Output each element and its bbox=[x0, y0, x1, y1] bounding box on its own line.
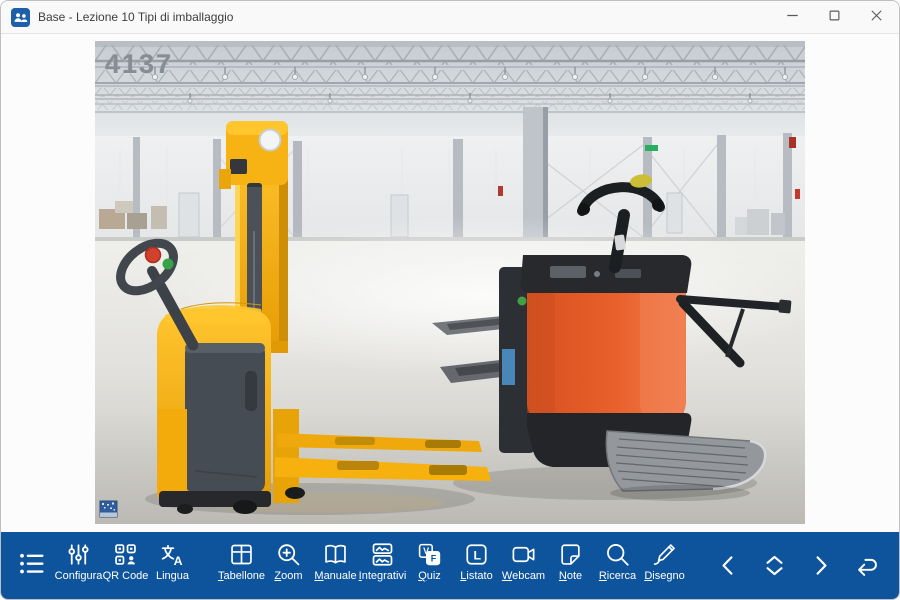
toolbar-button-label: Lingua bbox=[156, 570, 189, 582]
toolbar-button-label: Disegno bbox=[644, 570, 684, 582]
toolbar-button-label: Quiz bbox=[418, 570, 441, 582]
toolbar-button-integrativi[interactable]: Integrativi bbox=[359, 532, 406, 599]
maximize-button[interactable] bbox=[813, 1, 855, 33]
toolbar-button-label: Configura bbox=[55, 570, 103, 582]
menu-button[interactable] bbox=[9, 532, 55, 599]
toolbar-button-lingua[interactable]: A Lingua bbox=[149, 532, 196, 599]
toolbar-button-qr-code[interactable]: QR Code bbox=[102, 532, 149, 599]
toolbar-button-listato[interactable]: L Listato bbox=[453, 532, 500, 599]
toolbar: Configura QR Code A Lingua Tabellone Zoo… bbox=[1, 532, 899, 599]
toolbar-button-configura[interactable]: Configura bbox=[55, 532, 102, 599]
toolbar-button-label: Integrativi bbox=[359, 570, 407, 582]
chevron-left-icon bbox=[715, 552, 742, 579]
titlebar: Base - Lezione 10 Tipi di imballaggio bbox=[1, 1, 899, 34]
bulleted-list-icon bbox=[17, 549, 47, 582]
note-page-icon bbox=[557, 541, 584, 568]
translate-icon: A bbox=[159, 541, 186, 568]
toolbar-button-ricerca[interactable]: Ricerca bbox=[594, 532, 641, 599]
toolbar-button-disegno[interactable]: Disegno bbox=[641, 532, 688, 599]
previous-button[interactable] bbox=[705, 532, 751, 599]
scroll-button[interactable] bbox=[751, 532, 797, 599]
window-controls bbox=[771, 1, 899, 33]
svg-text:A: A bbox=[174, 554, 183, 568]
toolbar-button-label: Webcam bbox=[502, 570, 545, 582]
toolbar-button-quiz[interactable]: VF Quiz bbox=[406, 532, 453, 599]
search-icon bbox=[604, 541, 631, 568]
toolbar-button-label: Listato bbox=[460, 570, 492, 582]
toolbar-button-label: QR Code bbox=[103, 570, 149, 582]
chevron-right-icon bbox=[807, 552, 834, 579]
toolbar-button-manuale[interactable]: Manuale bbox=[312, 532, 359, 599]
watermark-thumbnail bbox=[100, 501, 117, 517]
toolbar-group-divider bbox=[196, 532, 218, 599]
app-logo-icon bbox=[11, 8, 30, 27]
image-code-overlay: 4137 bbox=[105, 49, 173, 80]
return-arrow-icon bbox=[853, 552, 880, 579]
zoom-in-icon bbox=[275, 541, 302, 568]
toolbar-button-zoom[interactable]: Zoom bbox=[265, 532, 312, 599]
minimize-button[interactable] bbox=[771, 1, 813, 33]
l-square-icon: L bbox=[463, 541, 490, 568]
toolbar-button-label: Zoom bbox=[274, 570, 302, 582]
pen-icon bbox=[651, 541, 678, 568]
toolbar-nav-group bbox=[705, 532, 899, 599]
toolbar-button-tabellone[interactable]: Tabellone bbox=[218, 532, 265, 599]
toolbar-button-note[interactable]: Note bbox=[547, 532, 594, 599]
return-button[interactable] bbox=[843, 532, 889, 599]
minimize-icon bbox=[782, 5, 803, 29]
toolbar-button-label: Note bbox=[559, 570, 582, 582]
chevrons-up-down-icon bbox=[761, 552, 788, 579]
content-area: 4137 bbox=[1, 35, 899, 532]
toolbar-button-label: Manuale bbox=[314, 570, 356, 582]
table-grid-icon bbox=[228, 541, 255, 568]
close-button[interactable] bbox=[855, 1, 897, 33]
toolbar-button-webcam[interactable]: Webcam bbox=[500, 532, 547, 599]
video-camera-icon bbox=[510, 541, 537, 568]
svg-text:L: L bbox=[473, 549, 481, 563]
toolbar-button-label: Ricerca bbox=[599, 570, 636, 582]
stacked-images-icon bbox=[369, 541, 396, 568]
app-window: Base - Lezione 10 Tipi di imballaggio bbox=[0, 0, 900, 600]
close-icon bbox=[866, 5, 887, 29]
open-book-icon bbox=[322, 541, 349, 568]
toolbar-button-label: Tabellone bbox=[218, 570, 265, 582]
qr-code-icon bbox=[112, 541, 139, 568]
lesson-image: 4137 bbox=[95, 41, 805, 524]
sliders-icon bbox=[65, 541, 92, 568]
true-false-icon: VF bbox=[416, 541, 443, 568]
svg-text:F: F bbox=[431, 554, 437, 564]
next-button[interactable] bbox=[797, 532, 843, 599]
warehouse-illustration bbox=[95, 41, 805, 524]
maximize-icon bbox=[824, 5, 845, 29]
window-title: Base - Lezione 10 Tipi di imballaggio bbox=[38, 10, 233, 24]
